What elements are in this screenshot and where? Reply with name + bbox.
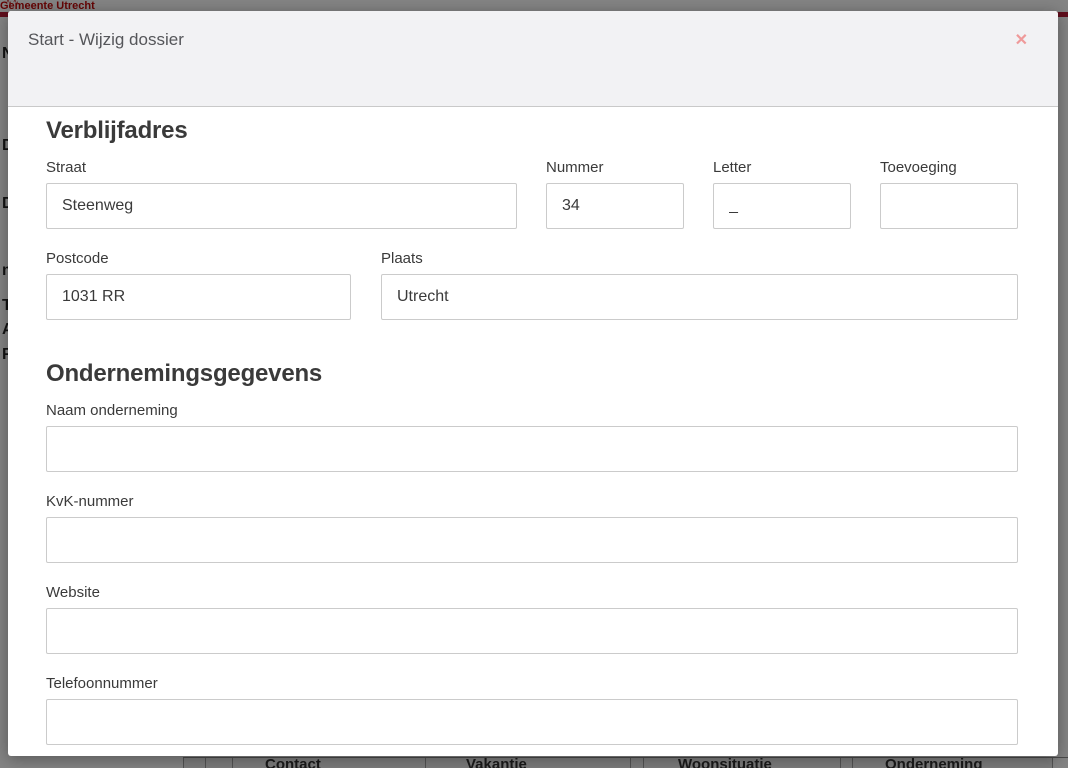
website-input[interactable] (46, 608, 1018, 654)
website-label: Website (46, 584, 1018, 601)
dialog-body: Verblijfadres Straat Nummer Letter Toevo… (8, 107, 1058, 745)
toevoeging-input[interactable] (880, 183, 1018, 229)
screen: ∿∿ Gemeente Utrecht N D D m T A F Contac… (0, 0, 1068, 768)
kvk-nummer-input[interactable] (46, 517, 1018, 563)
dialog-header: Start - Wijzig dossier ✕ (8, 11, 1058, 107)
telefoonnummer-field-group: Telefoonnummer (46, 675, 1018, 745)
naam-onderneming-label: Naam onderneming (46, 402, 1018, 419)
dialog-title: Start - Wijzig dossier (28, 30, 184, 49)
straat-field-group: Straat (46, 159, 517, 229)
close-button[interactable]: ✕ (1015, 33, 1028, 49)
letter-input[interactable] (713, 183, 851, 229)
section-heading-verblijfadres: Verblijfadres (46, 117, 1018, 145)
address-row-1: Straat Nummer Letter Toevoeging (46, 159, 1018, 229)
kvk-nummer-label: KvK-nummer (46, 493, 1018, 510)
toevoeging-label: Toevoeging (880, 159, 1018, 176)
letter-label: Letter (713, 159, 851, 176)
naam-onderneming-field-group: Naam onderneming (46, 402, 1018, 472)
postcode-label: Postcode (46, 250, 351, 267)
nummer-field-group: Nummer (546, 159, 684, 229)
telefoonnummer-label: Telefoonnummer (46, 675, 1018, 692)
letter-field-group: Letter (713, 159, 851, 229)
naam-onderneming-input[interactable] (46, 426, 1018, 472)
address-row-2: Postcode Plaats (46, 250, 1018, 320)
kvk-nummer-field-group: KvK-nummer (46, 493, 1018, 563)
website-field-group: Website (46, 584, 1018, 654)
postcode-field-group: Postcode (46, 250, 351, 320)
section-heading-ondernemingsgegevens: Ondernemingsgegevens (46, 360, 1018, 388)
nummer-input[interactable] (546, 183, 684, 229)
postcode-input[interactable] (46, 274, 351, 320)
plaats-field-group: Plaats (381, 250, 1018, 320)
straat-input[interactable] (46, 183, 517, 229)
close-icon: ✕ (1015, 32, 1028, 49)
plaats-label: Plaats (381, 250, 1018, 267)
toevoeging-field-group: Toevoeging (880, 159, 1018, 229)
nummer-label: Nummer (546, 159, 684, 176)
telefoonnummer-input[interactable] (46, 699, 1018, 745)
plaats-input[interactable] (381, 274, 1018, 320)
wijzig-dossier-dialog: Start - Wijzig dossier ✕ Verblijfadres S… (8, 11, 1058, 756)
straat-label: Straat (46, 159, 517, 176)
